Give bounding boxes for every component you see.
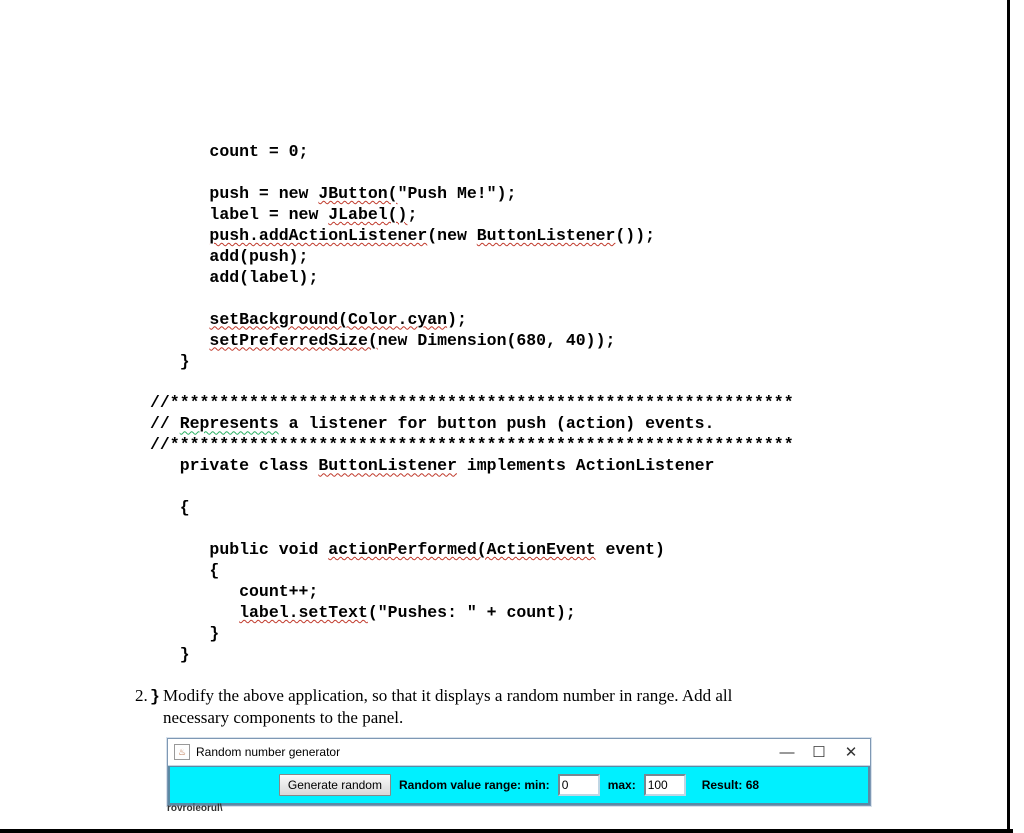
task-number: 2. [135, 685, 163, 707]
page-bottom-edge [0, 829, 1013, 833]
task-line1: Modify the above application, so that it… [163, 686, 732, 705]
titlebar: ♨ Random number generator — ☐ ✕ [168, 739, 870, 766]
app-window: ♨ Random number generator — ☐ ✕ Generate… [167, 738, 871, 806]
result-label: Result: 68 [702, 778, 759, 792]
max-input[interactable] [644, 774, 686, 796]
cut-off-text: rovroieorul\ [167, 803, 223, 814]
max-label: max: [608, 778, 636, 792]
page-right-edge [1007, 0, 1010, 833]
task-line2: necessary components to the panel. [163, 708, 403, 727]
window-title: Random number generator [196, 745, 340, 759]
close-button[interactable]: ✕ [842, 745, 860, 760]
titlebar-controls: — ☐ ✕ [778, 745, 864, 760]
min-input[interactable] [558, 774, 600, 796]
range-label: Random value range: min: [399, 778, 550, 792]
java-icon: ♨ [174, 744, 190, 760]
task-text: 2.Modify the above application, so that … [135, 685, 875, 729]
generate-button[interactable]: Generate random [279, 774, 391, 796]
panel: Generate random Random value range: min:… [168, 766, 870, 805]
maximize-button[interactable]: ☐ [810, 745, 828, 760]
code-listing: count = 0; push = new JButton("Push Me!"… [150, 142, 794, 708]
titlebar-left: ♨ Random number generator [174, 744, 340, 760]
minimize-button[interactable]: — [778, 745, 796, 760]
code-pre: count = 0; push = new JButton("Push Me!"… [150, 142, 794, 708]
